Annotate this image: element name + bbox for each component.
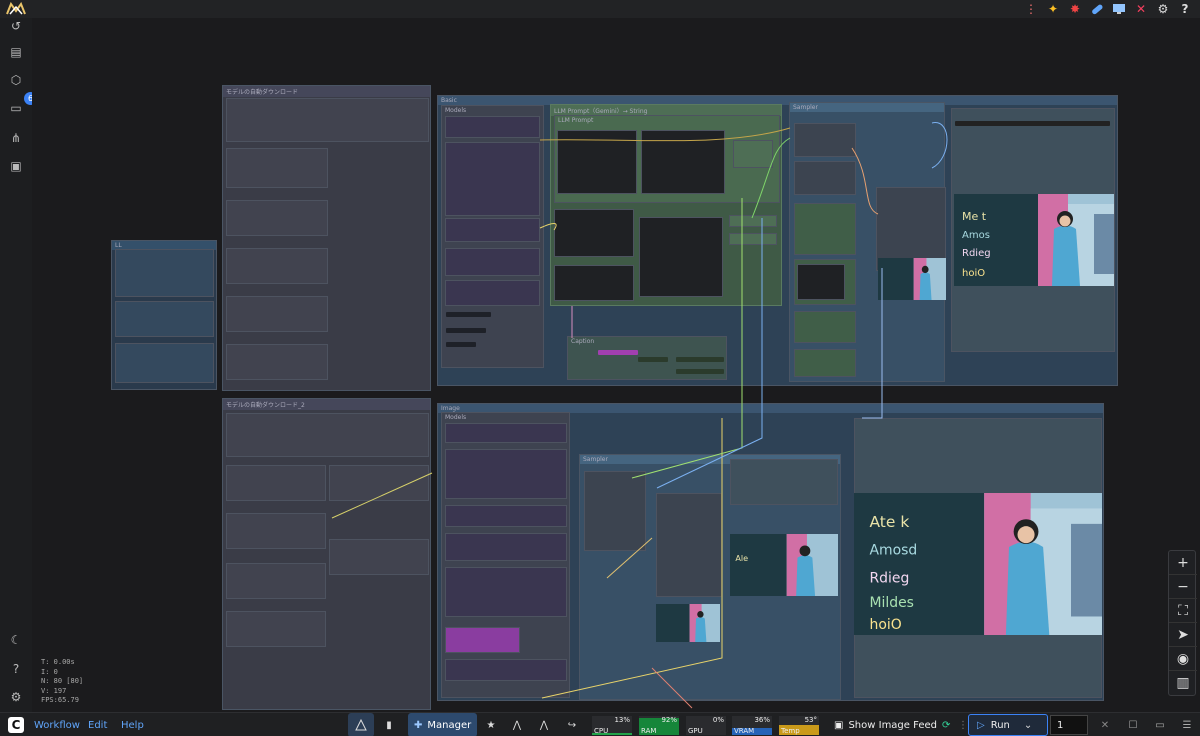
stop-icon[interactable]: ☐ bbox=[1126, 713, 1140, 736]
close-x-icon[interactable]: ✕ bbox=[1132, 1, 1150, 17]
zoom-controls: + − ⛶ ➤ ◉ ▥ bbox=[1168, 550, 1197, 696]
monitor-icon[interactable] bbox=[1110, 1, 1128, 17]
gpu-label: GPU bbox=[688, 727, 703, 735]
menu-icon[interactable]: ☰ bbox=[1180, 713, 1194, 736]
bottom-bar: C Workflow Edit Help ▮ ✚ Manager ★ ⋀ ⋀ ↪… bbox=[0, 712, 1200, 736]
stat-v: V: 197 bbox=[41, 686, 67, 695]
gear-icon[interactable]: ⚙ bbox=[1154, 1, 1172, 17]
zoom-out-icon[interactable]: − bbox=[1169, 575, 1197, 599]
chevron-down-icon[interactable]: ⌄ bbox=[1024, 720, 1032, 731]
batch-count-input[interactable]: 1 bbox=[1050, 715, 1088, 735]
menu-help[interactable]: Help bbox=[121, 713, 144, 736]
bookmark-icon[interactable]: ▮ bbox=[380, 713, 398, 736]
ram-label: RAM bbox=[641, 727, 657, 735]
image-icon[interactable]: ▣ bbox=[8, 158, 24, 174]
run-label: Run bbox=[990, 719, 1010, 731]
manager-label: Manager bbox=[427, 719, 472, 731]
pill-icon[interactable] bbox=[1088, 1, 1106, 17]
cancel-icon[interactable]: ✕ bbox=[1098, 713, 1112, 736]
batch-count-value: 1 bbox=[1057, 719, 1064, 731]
minimap-icon[interactable]: ▥ bbox=[1169, 671, 1197, 695]
moon-icon[interactable]: ☾ bbox=[8, 632, 24, 648]
manager-button[interactable]: ✚ Manager bbox=[408, 713, 477, 736]
puzzle-icon: ✚ bbox=[414, 719, 423, 731]
document-icon[interactable]: ▤ bbox=[8, 44, 24, 60]
visibility-icon[interactable]: ◉ bbox=[1169, 647, 1197, 671]
comfy-c-icon[interactable]: C bbox=[8, 713, 24, 736]
locate-icon[interactable]: ➤ bbox=[1169, 623, 1197, 647]
top-icon-bar: ⋮ ✦ ✸ ✕ ⚙ ? bbox=[1022, 1, 1194, 17]
ram-value: 92% bbox=[661, 716, 677, 724]
settings-icon[interactable]: ⚙ bbox=[8, 689, 24, 705]
play-icon: ▷ bbox=[977, 719, 985, 731]
vram-label: VRAM bbox=[734, 727, 755, 735]
help-icon[interactable]: ? bbox=[1176, 1, 1194, 17]
vram-meter: VRAM 36% bbox=[732, 716, 772, 735]
stat-fps: FPS:65.79 bbox=[41, 696, 79, 704]
gpu-value: 0% bbox=[712, 716, 724, 724]
left-sidebar: ↺ ▤ ⬡ ▭ 6 ⋔ ▣ ☾ ? ⚙ bbox=[0, 18, 37, 712]
show-image-feed-button[interactable]: ▣ Show Image Feed ⟳ bbox=[834, 713, 950, 736]
menu-edit[interactable]: Edit bbox=[88, 713, 107, 736]
stat-i: I: 0 bbox=[41, 667, 58, 676]
top-bar: ⋮ ✦ ✸ ✕ ⚙ ? bbox=[0, 0, 1200, 18]
share-icon[interactable]: ↪ bbox=[565, 713, 579, 736]
cube-icon[interactable]: ⬡ bbox=[8, 72, 24, 88]
history-icon[interactable]: ↺ bbox=[8, 18, 24, 34]
image-feed-icon: ▣ bbox=[834, 719, 844, 731]
fit-view-icon[interactable]: ⛶ bbox=[1169, 599, 1197, 623]
star-burst-icon[interactable]: ✸ bbox=[1066, 1, 1084, 17]
star-icon[interactable]: ★ bbox=[484, 713, 498, 736]
vram-value: 36% bbox=[754, 716, 770, 724]
workflow-icon[interactable] bbox=[348, 713, 374, 736]
menu-dots-icon[interactable]: ⋮ bbox=[1022, 1, 1040, 17]
temp-meter: Temp 53° bbox=[779, 716, 819, 735]
queue-icon[interactable]: ▭ 6 bbox=[8, 92, 37, 116]
stat-time: T: 0.00s bbox=[41, 658, 75, 666]
help-circle-icon[interactable]: ? bbox=[8, 661, 24, 677]
stat-nodes: N: 80 [80] bbox=[41, 677, 84, 685]
node-a-icon[interactable]: ⋀ bbox=[510, 713, 524, 736]
node-canvas[interactable]: LL モデルの自動ダウンロード モデルの自動ダウンロード_2 Basic Mod… bbox=[32, 18, 1200, 712]
temp-value: 53° bbox=[804, 716, 817, 724]
node-connection-wires bbox=[331, 122, 948, 709]
run-button[interactable]: ▷ Run ⌄ bbox=[968, 714, 1048, 736]
comfy-logo-icon[interactable] bbox=[6, 2, 26, 16]
menu-workflow[interactable]: Workflow bbox=[34, 713, 80, 736]
zoom-in-icon[interactable]: + bbox=[1169, 551, 1197, 575]
gpu-meter: GPU 0% bbox=[686, 716, 726, 735]
cpu-value: 13% bbox=[614, 716, 630, 724]
node-b-icon[interactable]: ⋀ bbox=[537, 713, 551, 736]
temp-label: Temp bbox=[781, 727, 800, 735]
canvas-stats: T: 0.00s I: 0 N: 80 [80] V: 197 FPS:65.7… bbox=[41, 658, 83, 706]
cpu-label: CPU bbox=[594, 727, 609, 735]
sparkle-icon[interactable]: ✦ bbox=[1044, 1, 1062, 17]
refresh-icon: ⟳ bbox=[941, 719, 951, 731]
show-image-feed-label: Show Image Feed bbox=[848, 719, 937, 731]
cpu-meter: CPU 13% bbox=[592, 716, 632, 735]
ram-meter: RAM 92% bbox=[639, 716, 679, 735]
hierarchy-icon[interactable]: ⋔ bbox=[8, 130, 24, 146]
panel-icon[interactable]: ▭ bbox=[1153, 713, 1167, 736]
